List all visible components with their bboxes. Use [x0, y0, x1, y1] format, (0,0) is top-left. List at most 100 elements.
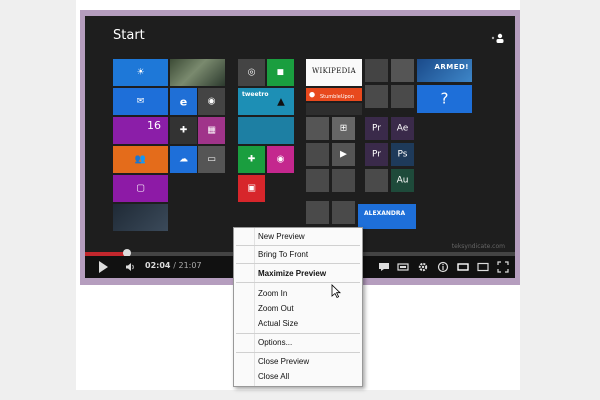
help-icon: ? — [440, 89, 449, 108]
menu-item-bring-to-front[interactable]: Bring To Front — [258, 248, 358, 261]
menu-item-close-all[interactable]: Close All — [258, 370, 358, 383]
premiere-tile-2[interactable]: Pr — [365, 143, 388, 166]
user-account-icon — [491, 33, 504, 43]
weather-tile[interactable]: ☀ — [113, 59, 168, 86]
office-tile[interactable]: ◼ — [267, 59, 294, 86]
stumbleupon-tile[interactable]: ● StumbleUpon — [306, 88, 362, 101]
tweetro-label: tweetro — [242, 91, 269, 98]
photoshop-tile[interactable]: Ps — [391, 143, 414, 166]
audition-tile[interactable]: Au — [391, 169, 414, 192]
menu-item-close-preview[interactable]: Close Preview — [258, 355, 358, 368]
chrome-tile[interactable]: ◎ — [238, 59, 265, 86]
help-tile[interactable]: ? — [417, 85, 472, 113]
app-tile-12[interactable] — [332, 201, 355, 224]
messaging-tile[interactable]: ▢ — [113, 175, 168, 202]
app-tile-6[interactable]: ⊞ — [332, 117, 355, 140]
alexandra-label: ALEXANDRA — [364, 210, 406, 217]
skydrive-tile[interactable]: ☁ — [170, 146, 197, 173]
app-tile-2[interactable] — [391, 59, 414, 82]
menu-separator — [236, 282, 360, 283]
news-tile[interactable] — [306, 103, 362, 115]
media-player-tile[interactable]: ▶ — [332, 143, 355, 166]
audition-icon: Au — [396, 175, 409, 185]
internet-explorer-icon: e — [179, 95, 188, 108]
desktop-tile[interactable] — [113, 204, 168, 231]
annotations-icon[interactable] — [397, 261, 409, 273]
app-tile-1[interactable] — [365, 59, 388, 82]
settings-icon[interactable] — [417, 261, 429, 273]
menu-item-options[interactable]: Options... — [258, 336, 358, 349]
photos-tile[interactable] — [170, 59, 225, 86]
play-circle-icon: ▶ — [340, 149, 347, 159]
menu-item-new-preview[interactable]: New Preview — [258, 230, 358, 243]
menu-separator — [236, 352, 360, 353]
start-screen-title: Start — [113, 28, 145, 43]
file-explorer-tile[interactable]: ▭ — [198, 146, 225, 173]
camera-icon: ◉ — [207, 96, 216, 106]
duration-time: / 21:07 — [173, 261, 202, 270]
watermark-text: teksyndicate.com — [451, 243, 505, 250]
photo-tile[interactable] — [238, 117, 294, 144]
app-tile-3[interactable] — [365, 85, 388, 108]
xbox-games-tile[interactable]: ✚ — [238, 146, 265, 173]
app-tile-11[interactable] — [306, 201, 329, 224]
app-tile-10[interactable] — [365, 169, 388, 192]
armed-tile[interactable]: ARMED! — [417, 59, 472, 82]
menu-item-maximize-preview[interactable]: Maximize Preview — [258, 267, 358, 280]
chat-bubble-icon: ▢ — [136, 183, 145, 193]
wikipedia-tile[interactable]: WIKIPEDIA — [306, 59, 362, 86]
after-effects-tile[interactable]: Ae — [391, 117, 414, 140]
cloud-icon: ☁ — [179, 154, 188, 164]
wikipedia-label: WIKIPEDIA — [312, 67, 356, 75]
menu-icon-rail — [254, 228, 255, 386]
store-tile[interactable]: ▦ — [198, 117, 225, 144]
chrome-icon: ◎ — [247, 67, 256, 77]
windows-icon: ⊞ — [339, 123, 348, 133]
people-tile[interactable]: 👥 — [113, 146, 168, 173]
large-player-icon[interactable] — [477, 261, 489, 273]
games-tile[interactable]: ✚ — [170, 117, 197, 144]
calendar-date: 16 — [147, 119, 161, 132]
camera-tile[interactable]: ◉ — [267, 146, 294, 173]
music-tile[interactable]: ◉ — [198, 88, 225, 115]
stumbleupon-label: StumbleUpon — [320, 94, 354, 100]
gamepad-icon: ✚ — [179, 125, 188, 135]
menu-item-actual-size[interactable]: Actual Size — [258, 317, 358, 330]
office-icon: ◼ — [276, 67, 285, 77]
captions-icon[interactable] — [378, 261, 390, 273]
app-tile-9[interactable] — [332, 169, 355, 192]
menu-separator — [236, 263, 360, 264]
video-icon: ▣ — [247, 183, 256, 193]
calendar-tile[interactable]: 16 — [113, 117, 168, 144]
camera-icon: ◉ — [276, 154, 285, 164]
current-time: 02:04 — [145, 261, 171, 270]
premiere-tile[interactable]: Pr — [365, 117, 388, 140]
gamepad-icon: ✚ — [247, 154, 256, 164]
info-icon[interactable] — [437, 261, 449, 273]
context-menu: New Preview Bring To Front Maximize Prev… — [233, 227, 363, 387]
small-player-icon[interactable] — [457, 261, 469, 273]
menu-separator — [236, 333, 360, 334]
mail-icon: ✉ — [136, 96, 145, 106]
play-icon[interactable] — [99, 261, 108, 273]
weather-icon: ☀ — [136, 67, 145, 77]
app-tile-4[interactable] — [391, 85, 414, 108]
menu-separator — [236, 245, 360, 246]
volume-icon[interactable] — [125, 262, 135, 272]
tweetro-tile[interactable]: tweetro ▲ — [238, 88, 294, 115]
store-icon: ▦ — [207, 125, 216, 135]
armed-label: ARMED! — [434, 63, 469, 71]
menu-item-zoom-in[interactable]: Zoom In — [258, 287, 358, 300]
app-tile-5[interactable] — [306, 117, 329, 140]
alexandra-tile[interactable]: ALEXANDRA — [358, 204, 416, 229]
premiere-icon: Pr — [372, 149, 381, 159]
app-tile-7[interactable] — [306, 143, 329, 166]
internet-explorer-tile[interactable]: e — [170, 88, 197, 115]
fullscreen-icon[interactable] — [497, 261, 509, 273]
menu-item-zoom-out[interactable]: Zoom Out — [258, 302, 358, 315]
app-tile-8[interactable] — [306, 169, 329, 192]
photoshop-icon: Ps — [397, 149, 408, 159]
mail-tile[interactable]: ✉ — [113, 88, 168, 115]
stumbleupon-icon: ● — [309, 90, 316, 98]
video-tile[interactable]: ▣ — [238, 175, 265, 202]
